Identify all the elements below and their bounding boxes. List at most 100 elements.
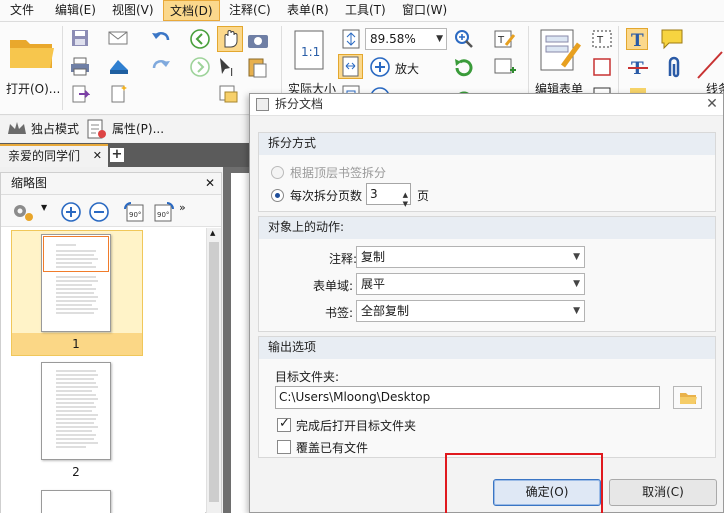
svg-text:I: I <box>230 66 233 78</box>
close-icon[interactable]: ✕ <box>705 94 719 115</box>
fit-width-icon[interactable] <box>338 54 363 79</box>
hand-tool-icon[interactable] <box>217 26 243 52</box>
note-icon[interactable] <box>217 84 238 104</box>
menu-form[interactable]: 表单(R) <box>281 0 335 21</box>
cancel-button[interactable]: 取消(C) <box>609 479 717 506</box>
split-by-pages-label: 每次拆分页数 <box>290 189 363 203</box>
thumbnail-scrollbar[interactable]: ▲ <box>206 228 221 513</box>
clipboard-icon[interactable] <box>247 56 267 78</box>
exclusive-mode-label[interactable]: 独占模式 <box>31 120 79 137</box>
target-folder-label: 目标文件夹: <box>275 370 340 384</box>
strikeout-icon[interactable]: T <box>627 56 648 79</box>
bookmark-label: 书签: <box>325 306 354 320</box>
document-tab[interactable]: 亲爱的同学们 ✕ <box>0 144 108 167</box>
edit-form-icon[interactable] <box>537 28 585 74</box>
radio-split-by-bookmark[interactable] <box>271 166 284 179</box>
rotate-left-icon[interactable]: 90° <box>122 201 144 222</box>
zoom-in-icon[interactable] <box>60 201 81 222</box>
select-text-icon[interactable]: I <box>217 56 237 79</box>
zoom-level-select[interactable]: 89.58% ▼ <box>365 28 447 50</box>
browse-folder-button[interactable] <box>673 386 702 409</box>
tab-close-icon[interactable]: ✕ <box>93 146 102 166</box>
split-document-dialog: 拆分文档 ✕ 拆分方式 根据顶层书签拆分 每次拆分页数 3 ▲ ▼ 页 对象上的… <box>249 93 724 513</box>
save-icon[interactable] <box>70 28 90 48</box>
attach-icon[interactable] <box>662 56 682 78</box>
zoom-in-label[interactable]: 放大 <box>395 60 419 77</box>
split-method-heading: 拆分方式 <box>259 133 715 155</box>
options-gear-icon[interactable] <box>11 201 33 221</box>
comment-icon[interactable] <box>660 28 683 50</box>
print-icon[interactable] <box>70 56 90 76</box>
menu-file[interactable]: 文件 <box>4 0 40 21</box>
frame-icon[interactable] <box>591 56 611 76</box>
document-tab-label: 亲爱的同学们 <box>8 149 81 163</box>
fit-page-icon[interactable] <box>340 28 360 49</box>
zoom-out-icon[interactable] <box>88 201 109 222</box>
annotation-label: 注释: <box>329 252 358 266</box>
rotate-icon[interactable] <box>453 56 473 77</box>
add-field-icon[interactable] <box>493 56 516 76</box>
menu-view[interactable]: 视图(V) <box>106 0 160 21</box>
properties-icon[interactable] <box>86 118 106 139</box>
magnifier-icon[interactable] <box>453 28 473 48</box>
svg-text:T: T <box>497 35 505 46</box>
menu-window[interactable]: 窗口(W) <box>396 0 453 21</box>
stepper-down-icon[interactable]: ▼ <box>403 194 408 214</box>
chevron-down-icon: ▼ <box>573 252 580 262</box>
menu-comment[interactable]: 注释(C) <box>223 0 277 21</box>
chevron-down-icon: ▼ <box>573 279 580 289</box>
form-field-value: 展平 <box>361 277 386 291</box>
email-icon[interactable] <box>108 28 128 48</box>
crown-icon[interactable] <box>6 118 26 138</box>
scan-icon[interactable] <box>108 56 128 76</box>
annotation-select[interactable]: 复制 ▼ <box>356 246 585 268</box>
zoom-in-icon[interactable] <box>369 56 390 77</box>
actual-size-icon[interactable]: 1:1 <box>292 30 326 70</box>
thumbnail-page-3[interactable] <box>41 490 111 513</box>
thumbnail-page-2[interactable] <box>41 362 111 460</box>
properties-label[interactable]: 属性(P)... <box>112 120 164 137</box>
scroll-up-icon[interactable]: ▲ <box>210 229 215 237</box>
split-method-group: 拆分方式 根据顶层书签拆分 每次拆分页数 3 ▲ ▼ 页 <box>258 132 716 212</box>
highlight-box <box>445 453 603 513</box>
bookmark-select[interactable]: 全部复制 ▼ <box>356 300 585 322</box>
add-tab-icon[interactable]: + <box>110 148 124 162</box>
thumbnail-list: 1 2 <box>1 228 205 513</box>
typewriter-icon[interactable]: T <box>626 28 648 51</box>
thumbnail-page-1[interactable] <box>41 234 111 332</box>
form-field-select[interactable]: 展平 ▼ <box>356 273 585 295</box>
open-folder-icon[interactable] <box>8 32 56 70</box>
overwrite-checkbox[interactable] <box>277 440 291 454</box>
open-button-label[interactable]: 打开(O)... <box>6 80 60 97</box>
rotate-right-icon[interactable]: 90° <box>152 201 174 222</box>
chevron-down-icon[interactable]: ▼ <box>41 203 47 212</box>
form-edit-icon[interactable]: T <box>493 28 516 48</box>
new-doc-icon[interactable] <box>108 84 128 104</box>
forward-icon[interactable] <box>189 56 210 77</box>
menu-tools[interactable]: 工具(T) <box>339 0 392 21</box>
target-folder-input[interactable]: C:\Users\Mloong\Desktop <box>275 386 660 409</box>
snapshot-icon[interactable] <box>247 30 268 50</box>
output-options-group: 输出选项 目标文件夹: C:\Users\Mloong\Desktop 完成后打… <box>258 336 716 458</box>
open-folder-after-checkbox[interactable] <box>277 416 291 432</box>
zoom-value: 89.58% <box>370 32 416 46</box>
more-icon[interactable]: » <box>179 201 186 214</box>
export-icon[interactable] <box>70 84 91 104</box>
undo-icon[interactable] <box>150 28 170 48</box>
menu-document[interactable]: 文档(D) <box>163 0 220 21</box>
text-field-icon[interactable]: T <box>591 28 612 48</box>
close-icon[interactable]: ✕ <box>205 173 215 194</box>
scrollbar-thumb[interactable] <box>209 242 219 502</box>
radio-split-by-pages[interactable] <box>271 189 284 202</box>
pages-per-split-stepper[interactable]: 3 ▲ ▼ <box>366 183 411 208</box>
overwrite-label: 覆盖已有文件 <box>296 441 369 455</box>
menu-edit[interactable]: 编辑(E) <box>49 0 102 21</box>
object-actions-group: 对象上的动作: 注释: 复制 ▼ 表单域: 展平 ▼ 书签: 全部复制 ▼ <box>258 216 716 332</box>
svg-text:T: T <box>596 35 604 46</box>
back-icon[interactable] <box>189 28 210 49</box>
dialog-title: 拆分文档 <box>275 97 324 111</box>
redo-icon[interactable] <box>150 56 170 76</box>
mode-bar: 独占模式 属性(P)... <box>0 116 250 142</box>
thumbnail-page-number: 1 <box>72 337 80 351</box>
line-icon[interactable] <box>696 48 724 82</box>
